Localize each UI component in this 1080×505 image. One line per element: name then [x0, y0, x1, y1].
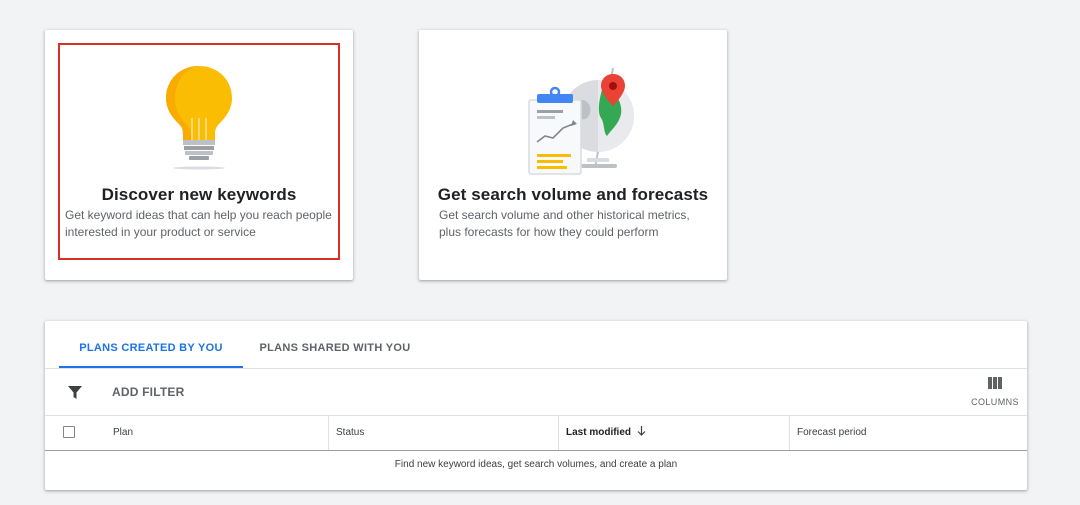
add-filter-button[interactable]: ADD FILTER	[112, 385, 184, 399]
columns-icon	[988, 377, 1002, 389]
plans-table-header: Plan Status Last modified Forecast perio…	[45, 416, 1027, 451]
plans-panel: PLANS CREATED BY YOU PLANS SHARED WITH Y…	[45, 321, 1027, 490]
card-description: Get keyword ideas that can help you reac…	[65, 208, 332, 239]
arrow-down-icon	[637, 426, 646, 436]
card-title: Discover new keywords	[101, 185, 297, 204]
column-header-last-modified[interactable]: Last modified	[558, 416, 789, 450]
search-volume-forecasts-card[interactable]: Get search volume and forecasts Get sear…	[419, 30, 727, 280]
column-header-status[interactable]: Status	[328, 416, 564, 450]
card-description: Get search volume and other historical m…	[439, 208, 690, 239]
tab-plans-created-by-you[interactable]: PLANS CREATED BY YOU	[59, 321, 243, 368]
column-header-last-modified-label: Last modified	[566, 427, 632, 438]
card-title: Get search volume and forecasts	[437, 185, 709, 204]
filter-bar: ADD FILTER COLUMNS	[45, 369, 1027, 416]
columns-label: COLUMNS	[971, 397, 1019, 407]
column-header-plan[interactable]: Plan	[106, 416, 328, 450]
select-all-checkbox[interactable]	[63, 426, 75, 438]
columns-button[interactable]: COLUMNS	[969, 377, 1021, 407]
column-header-forecast-period[interactable]: Forecast period	[789, 416, 1027, 450]
plans-tabs: PLANS CREATED BY YOU PLANS SHARED WITH Y…	[45, 321, 1027, 369]
empty-table-message: Find new keyword ideas, get search volum…	[394, 459, 678, 470]
filter-icon[interactable]	[67, 384, 83, 400]
discover-keywords-card[interactable]: Discover new keywords Get keyword ideas …	[45, 30, 353, 280]
globe-clipboard-illustration-icon	[419, 60, 727, 180]
lightbulb-illustration-icon	[45, 60, 353, 180]
tab-plans-shared-with-you[interactable]: PLANS SHARED WITH YOU	[243, 321, 427, 368]
select-all-cell	[45, 416, 93, 450]
